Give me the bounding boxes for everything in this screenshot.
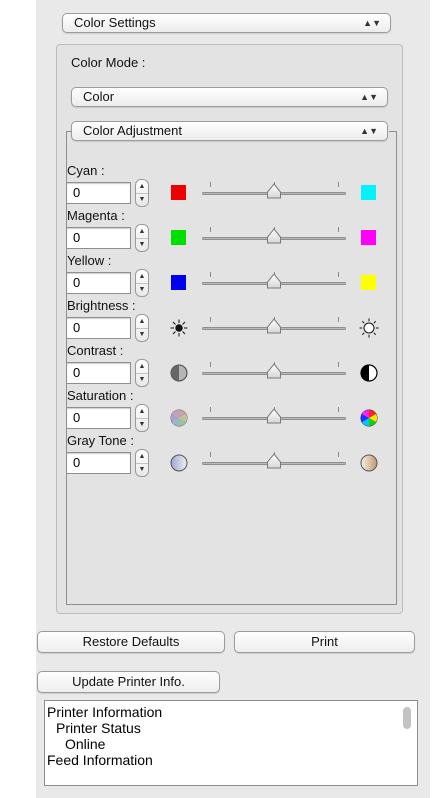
magenta-square-icon xyxy=(361,230,376,245)
slider-tick xyxy=(338,182,339,187)
slider-tick xyxy=(210,272,211,277)
yellow-square-icon xyxy=(361,275,376,290)
slider-tick xyxy=(338,407,339,412)
value-stepper[interactable]: ▲ ▼ xyxy=(135,224,149,252)
stepper-up-icon[interactable]: ▲ xyxy=(136,225,148,239)
stepper-down-icon[interactable]: ▼ xyxy=(136,193,148,206)
slider-thumb[interactable] xyxy=(266,318,282,334)
slider-label: Saturation : xyxy=(67,388,134,403)
blue-square-icon xyxy=(171,275,186,290)
slider-label: Cyan : xyxy=(67,163,105,178)
color-mode-popup[interactable]: Color ▲▼ xyxy=(71,87,388,107)
stepper-up-icon[interactable]: ▲ xyxy=(136,315,148,329)
printer-info-list[interactable]: Printer Information Printer Status Online F… xyxy=(44,700,418,786)
bright-sun-icon xyxy=(359,318,379,338)
list-item[interactable]: Feed Information xyxy=(47,752,153,768)
high-saturation-icon xyxy=(360,409,378,427)
stepper-down-icon[interactable]: ▼ xyxy=(136,418,148,431)
cool-gray-icon xyxy=(170,454,188,472)
low-contrast-icon xyxy=(170,364,188,382)
value-stepper[interactable]: ▲ ▼ xyxy=(135,449,149,477)
stepper-up-icon[interactable]: ▲ xyxy=(136,180,148,194)
slider-thumb[interactable] xyxy=(266,183,282,199)
slider-label: Brightness : xyxy=(67,298,136,313)
popup-arrows-icon: ▲▼ xyxy=(360,126,378,136)
color-adjustment-value: Color Adjustment xyxy=(83,123,182,138)
slider-tick xyxy=(338,227,339,232)
list-item[interactable]: Printer Status xyxy=(56,720,141,736)
slider-tick xyxy=(338,362,339,367)
slider-thumb[interactable] xyxy=(266,408,282,424)
value-stepper[interactable]: ▲ ▼ xyxy=(135,269,149,297)
settings-category-value: Color Settings xyxy=(74,15,156,30)
value-field[interactable]: 0 xyxy=(66,227,131,249)
color-mode-label: Color Mode : xyxy=(71,55,146,70)
settings-category-popup[interactable]: Color Settings ▲▼ xyxy=(62,13,391,33)
value-field[interactable]: 0 xyxy=(66,362,131,384)
slider-label: Magenta : xyxy=(67,208,125,223)
value-field[interactable]: 0 xyxy=(66,182,131,204)
value-field[interactable]: 0 xyxy=(66,452,131,474)
print-button[interactable]: Print xyxy=(234,631,415,653)
slider-tick xyxy=(210,317,211,322)
stepper-down-icon[interactable]: ▼ xyxy=(136,463,148,476)
warm-gray-icon xyxy=(360,454,378,472)
slider-thumb[interactable] xyxy=(266,363,282,379)
stepper-down-icon[interactable]: ▼ xyxy=(136,283,148,296)
slider-label: Gray Tone : xyxy=(67,433,134,448)
stepper-up-icon[interactable]: ▲ xyxy=(136,360,148,374)
slider-thumb[interactable] xyxy=(266,273,282,289)
dim-sun-icon xyxy=(170,319,188,337)
popup-arrows-icon: ▲▼ xyxy=(360,92,378,102)
cyan-square-icon xyxy=(361,185,376,200)
update-printer-info-button[interactable]: Update Printer Info. xyxy=(37,671,220,693)
value-field[interactable]: 0 xyxy=(66,317,131,339)
stepper-down-icon[interactable]: ▼ xyxy=(136,373,148,386)
high-contrast-icon xyxy=(360,364,378,382)
slider-tick xyxy=(338,452,339,457)
stepper-up-icon[interactable]: ▲ xyxy=(136,405,148,419)
value-stepper[interactable]: ▲ ▼ xyxy=(135,314,149,342)
stepper-down-icon[interactable]: ▼ xyxy=(136,328,148,341)
value-stepper[interactable]: ▲ ▼ xyxy=(135,404,149,432)
slider-tick xyxy=(338,317,339,322)
red-square-icon xyxy=(171,185,186,200)
slider-label: Yellow : xyxy=(67,253,112,268)
slider-thumb[interactable] xyxy=(266,453,282,469)
slider-tick xyxy=(338,272,339,277)
value-field[interactable]: 0 xyxy=(66,272,131,294)
list-scrollbar[interactable] xyxy=(403,707,411,729)
group-border xyxy=(389,131,397,132)
stepper-up-icon[interactable]: ▲ xyxy=(136,270,148,284)
popup-arrows-icon: ▲▼ xyxy=(363,18,381,28)
list-item[interactable]: Online xyxy=(65,736,105,752)
stepper-down-icon[interactable]: ▼ xyxy=(136,238,148,251)
low-saturation-icon xyxy=(170,409,188,427)
slider-tick xyxy=(210,407,211,412)
slider-thumb[interactable] xyxy=(266,228,282,244)
color-adjustment-popup[interactable]: Color Adjustment ▲▼ xyxy=(71,121,388,141)
stepper-up-icon[interactable]: ▲ xyxy=(136,450,148,464)
slider-tick xyxy=(210,182,211,187)
slider-label: Contrast : xyxy=(67,343,124,358)
list-item[interactable]: Printer Information xyxy=(47,704,162,720)
value-stepper[interactable]: ▲ ▼ xyxy=(135,179,149,207)
slider-tick xyxy=(210,227,211,232)
value-field[interactable]: 0 xyxy=(66,407,131,429)
restore-defaults-button[interactable]: Restore Defaults xyxy=(37,631,225,653)
green-square-icon xyxy=(171,230,186,245)
color-mode-value: Color xyxy=(83,89,115,104)
slider-tick xyxy=(210,362,211,367)
value-stepper[interactable]: ▲ ▼ xyxy=(135,359,149,387)
slider-tick xyxy=(210,452,211,457)
